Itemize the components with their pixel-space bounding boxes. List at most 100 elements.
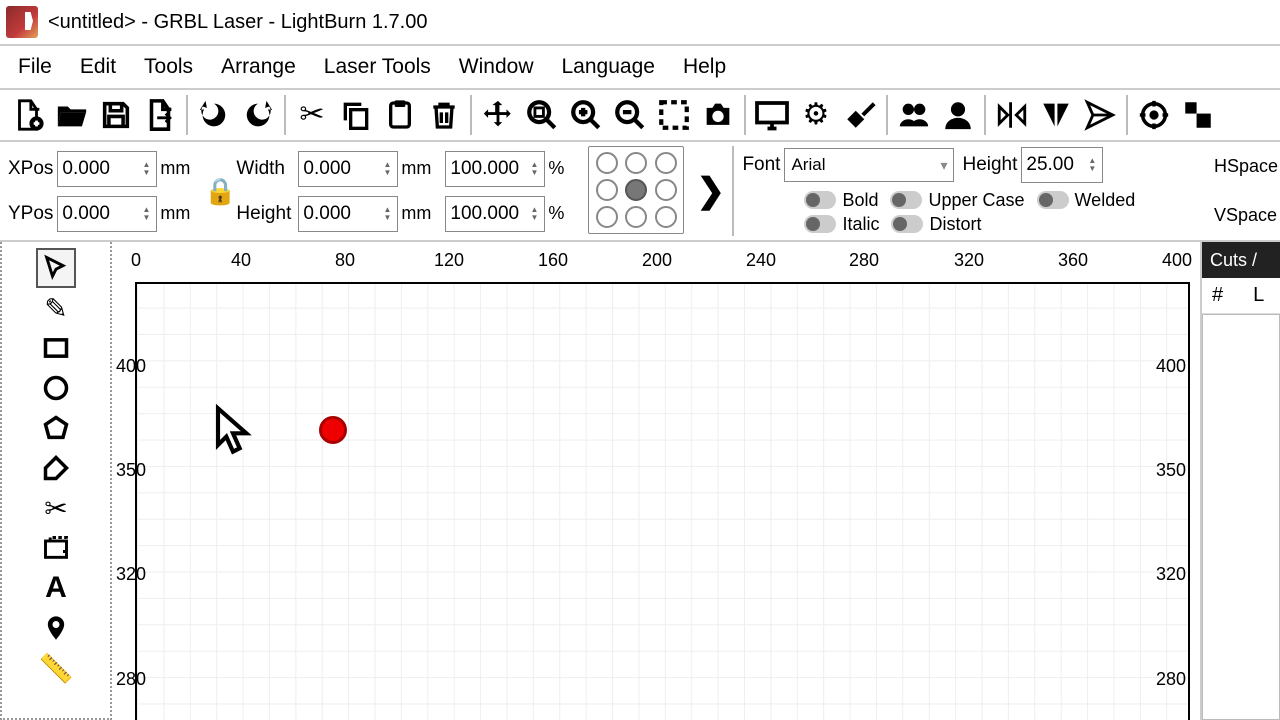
column-hash: # — [1212, 284, 1223, 307]
cursor-icon — [213, 402, 253, 458]
ruler-tick: 400 — [1156, 356, 1186, 377]
export-icon[interactable] — [138, 93, 182, 137]
font-height-label: Height — [962, 154, 1017, 176]
camera-icon[interactable] — [696, 93, 740, 137]
ruler-tick: 200 — [642, 250, 672, 271]
ruler-tick: 350 — [116, 460, 146, 481]
width-input[interactable]: 0.000▲▼ — [298, 151, 398, 187]
xpos-input[interactable]: 0.000▲▼ — [57, 151, 157, 187]
ruler-tick: 320 — [1156, 564, 1186, 585]
zoom-selection-icon[interactable] — [520, 93, 564, 137]
device-settings-icon[interactable] — [838, 93, 882, 137]
group-users-icon[interactable] — [892, 93, 936, 137]
cuts-layers-panel: Cuts / # L — [1200, 242, 1280, 720]
menu-window[interactable]: Window — [445, 49, 548, 85]
ruler-tick: 120 — [434, 250, 464, 271]
scale-w-input[interactable]: 100.000▲▼ — [445, 151, 545, 187]
welded-toggle[interactable]: Welded — [1037, 190, 1136, 211]
paste-icon[interactable] — [378, 93, 422, 137]
upper-toggle[interactable]: Upper Case — [890, 190, 1024, 211]
zoom-out-icon[interactable] — [608, 93, 652, 137]
line-tool-icon[interactable]: ✎ — [36, 288, 76, 328]
copy-icon[interactable] — [334, 93, 378, 137]
ruler-tick: 360 — [1058, 250, 1088, 271]
unit-mm: mm — [160, 203, 190, 224]
mirror-h-icon[interactable] — [990, 93, 1034, 137]
rectangle-tool-icon[interactable] — [36, 328, 76, 368]
unit-mm: mm — [401, 203, 431, 224]
bold-toggle[interactable]: Bold — [804, 190, 878, 211]
ruler-tick: 0 — [131, 250, 141, 271]
cut-icon[interactable]: ✂ — [290, 93, 334, 137]
edit-cut-icon[interactable]: ✂ — [36, 488, 76, 528]
open-file-icon[interactable] — [50, 93, 94, 137]
ruler-tick: 240 — [746, 250, 776, 271]
user-icon[interactable] — [936, 93, 980, 137]
edit-nodes-tool-icon[interactable] — [36, 448, 76, 488]
unit-mm: mm — [160, 158, 190, 179]
font-height-input[interactable]: 25.00▲▼ — [1021, 147, 1103, 183]
origin-selector[interactable] — [588, 146, 684, 234]
properties-bar: XPos 0.000▲▼ mm YPos 0.000▲▼ mm 🔒 Width … — [0, 142, 1280, 242]
ruler-tick: 40 — [231, 250, 251, 271]
height-label: Height — [236, 203, 294, 225]
app-icon — [6, 6, 38, 38]
zoom-in-icon[interactable] — [564, 93, 608, 137]
text-tool-icon[interactable]: A — [36, 568, 76, 608]
menu-help[interactable]: Help — [669, 49, 740, 85]
ruler-tick: 80 — [335, 250, 355, 271]
width-label: Width — [236, 158, 294, 180]
menu-language[interactable]: Language — [548, 49, 669, 85]
new-file-icon[interactable] — [6, 93, 50, 137]
distort-toggle[interactable]: Distort — [891, 214, 981, 235]
expand-icon[interactable]: ❯ — [696, 171, 724, 211]
italic-toggle[interactable]: Italic — [804, 214, 879, 235]
mirror-v-icon[interactable] — [1034, 93, 1078, 137]
cuts-tab[interactable]: Cuts / — [1202, 242, 1280, 278]
measure-tool-icon[interactable]: 📏 — [36, 648, 76, 688]
canvas[interactable]: 04080120160200240280320360400 4004003503… — [112, 242, 1200, 720]
select-tool-icon[interactable] — [36, 248, 76, 288]
unit-pct: % — [548, 158, 564, 179]
font-select[interactable]: Arial — [784, 148, 954, 182]
ruler-tick: 320 — [954, 250, 984, 271]
redo-icon[interactable] — [236, 93, 280, 137]
ruler-horizontal: 04080120160200240280320360400 — [112, 242, 1200, 282]
undo-icon[interactable] — [192, 93, 236, 137]
target-icon[interactable] — [1132, 93, 1176, 137]
lock-aspect-icon[interactable]: 🔒 — [204, 176, 236, 207]
send-icon[interactable] — [1078, 93, 1122, 137]
menu-file[interactable]: File — [4, 49, 66, 85]
height-input[interactable]: 0.000▲▼ — [298, 196, 398, 232]
ypos-input[interactable]: 0.000▲▼ — [57, 196, 157, 232]
delete-icon[interactable] — [422, 93, 466, 137]
menu-edit[interactable]: Edit — [66, 49, 130, 85]
font-label: Font — [742, 154, 780, 176]
menu-laser-tools[interactable]: Laser Tools — [310, 49, 445, 85]
hspace-label: HSpace — [1214, 156, 1278, 177]
align-icon[interactable] — [1176, 93, 1220, 137]
menu-tools[interactable]: Tools — [130, 49, 207, 85]
offset-tool-icon[interactable] — [36, 528, 76, 568]
frame-icon[interactable] — [652, 93, 696, 137]
menu-arrange[interactable]: Arrange — [207, 49, 310, 85]
ruler-tick: 320 — [116, 564, 146, 585]
save-icon[interactable] — [94, 93, 138, 137]
ruler-tick: 280 — [1156, 669, 1186, 690]
ruler-tick: 350 — [1156, 460, 1186, 481]
monitor-icon[interactable] — [750, 93, 794, 137]
main-toolbar: ✂ ⚙ — [0, 90, 1280, 142]
position-tool-icon[interactable] — [36, 608, 76, 648]
ypos-label: YPos — [8, 203, 53, 225]
ellipse-tool-icon[interactable] — [36, 368, 76, 408]
window-title: <untitled> - GRBL Laser - LightBurn 1.7.… — [48, 11, 427, 34]
ruler-tick: 280 — [849, 250, 879, 271]
unit-mm: mm — [401, 158, 431, 179]
polygon-tool-icon[interactable] — [36, 408, 76, 448]
menu-bar: File Edit Tools Arrange Laser Tools Wind… — [0, 46, 1280, 90]
scale-h-input[interactable]: 100.000▲▼ — [445, 196, 545, 232]
settings-icon[interactable]: ⚙ — [794, 93, 838, 137]
vspace-label: VSpace — [1214, 205, 1278, 226]
ruler-tick: 280 — [116, 669, 146, 690]
pan-icon[interactable] — [476, 93, 520, 137]
